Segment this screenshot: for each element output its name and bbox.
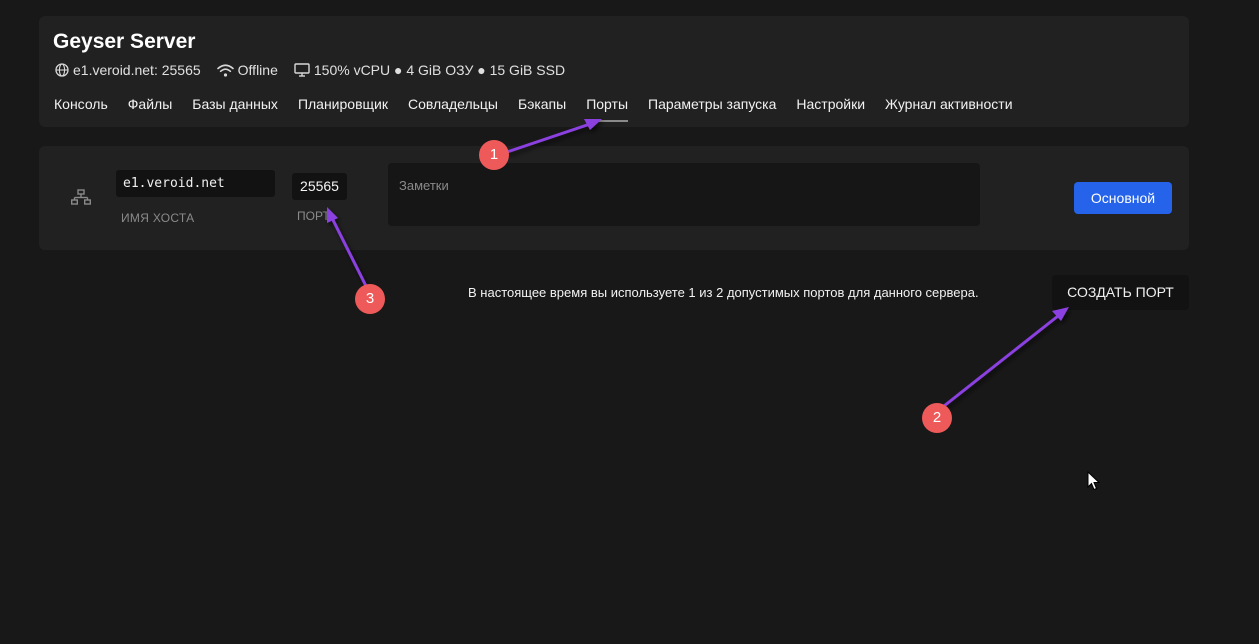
arrow-1 bbox=[505, 119, 602, 154]
callout-3: 3 bbox=[355, 284, 385, 314]
cursor-icon bbox=[1087, 471, 1100, 491]
callout-1: 1 bbox=[479, 140, 509, 170]
arrow-2 bbox=[942, 307, 1069, 408]
arrow-3 bbox=[327, 207, 368, 288]
callout-2: 2 bbox=[922, 403, 952, 433]
annotation-arrows bbox=[327, 119, 1069, 408]
